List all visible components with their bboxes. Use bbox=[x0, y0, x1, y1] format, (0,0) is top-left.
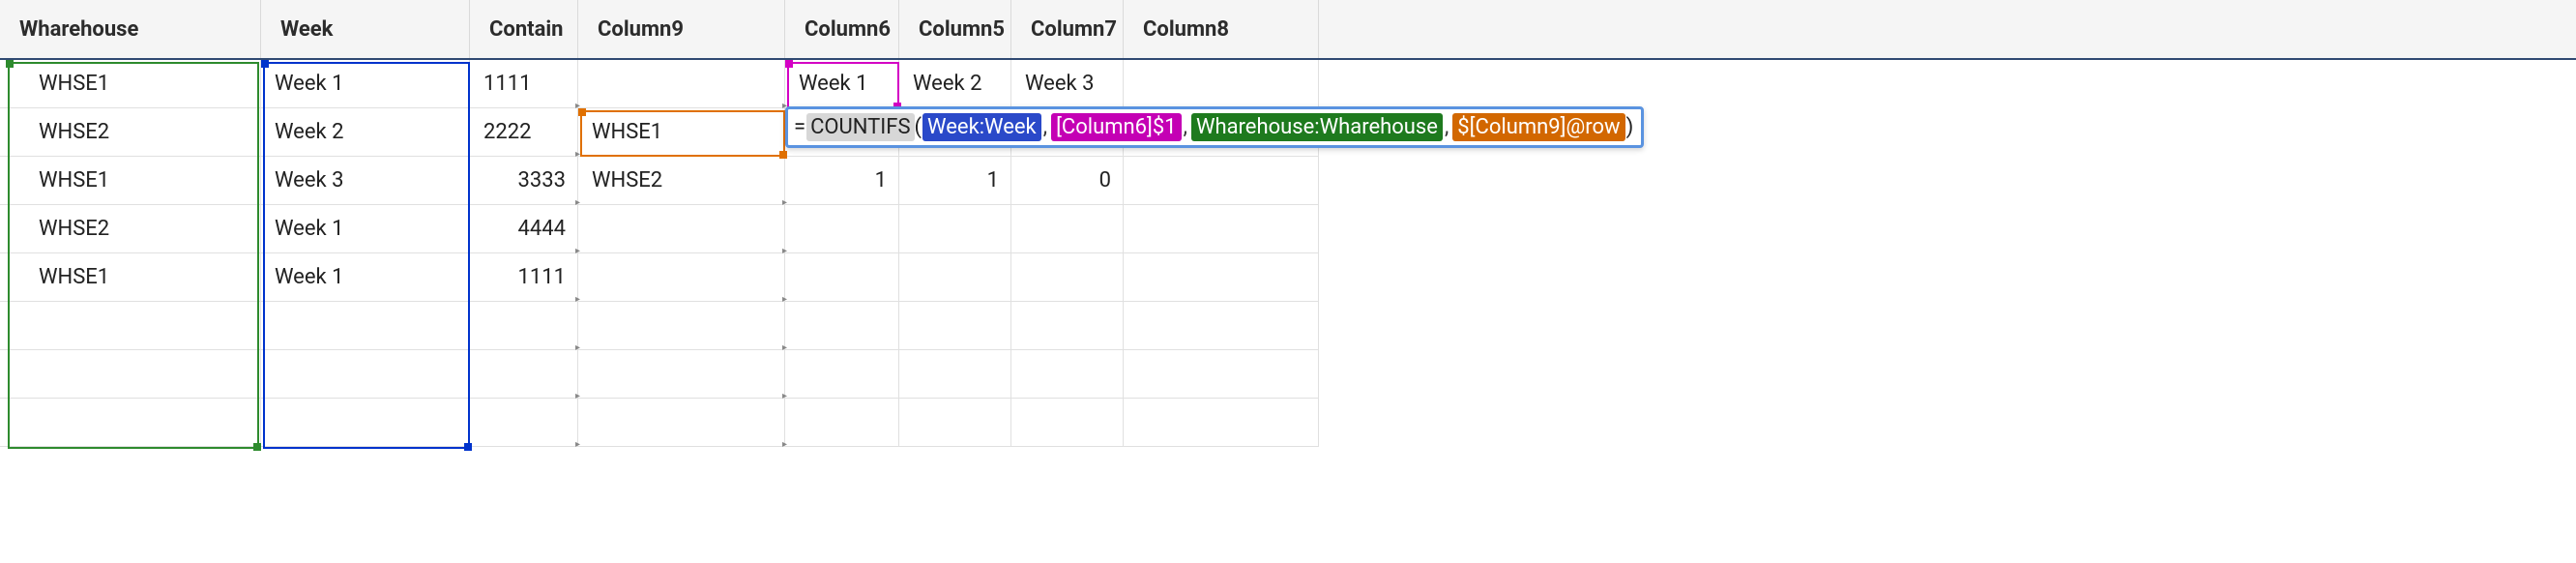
cell-column8[interactable] bbox=[1124, 302, 1319, 350]
cell-wharehouse[interactable]: WHSE2 bbox=[0, 108, 261, 157]
header-column9[interactable]: Column9 bbox=[578, 0, 785, 58]
cell-column6[interactable]: ▸ bbox=[785, 205, 899, 253]
cell-wharehouse[interactable]: WHSE1 bbox=[0, 60, 261, 108]
cell-column9[interactable]: WHSE2▸ bbox=[578, 157, 785, 205]
table-row: ▸▸ bbox=[0, 350, 2576, 399]
cell-column9[interactable]: ▸ bbox=[578, 350, 785, 399]
cell-week[interactable] bbox=[261, 350, 470, 399]
cell-column9[interactable]: ▸ bbox=[578, 399, 785, 447]
header-column5[interactable]: Column5 bbox=[899, 0, 1011, 58]
cell-column6[interactable]: 1▸ bbox=[785, 157, 899, 205]
cell-week[interactable]: Week 1 bbox=[261, 205, 470, 253]
cell-column9[interactable]: ▸ bbox=[578, 302, 785, 350]
cell-column7[interactable] bbox=[1011, 350, 1124, 399]
formula-ref-column9: $[Column9]@row bbox=[1452, 113, 1625, 141]
cell-column8[interactable] bbox=[1124, 253, 1319, 302]
header-wharehouse[interactable]: Wharehouse bbox=[0, 0, 261, 58]
formula-ref-column6: [Column6]$1 bbox=[1051, 113, 1182, 141]
cell-week[interactable]: Week 3 bbox=[261, 157, 470, 205]
table-row: WHSE1Week 11111▸Week 1▸Week 2Week 3 bbox=[0, 60, 2576, 108]
cell-contain[interactable]: 1111 bbox=[470, 253, 578, 302]
cell-column5[interactable] bbox=[899, 302, 1011, 350]
cell-contain[interactable] bbox=[470, 302, 578, 350]
cell-column7[interactable] bbox=[1011, 205, 1124, 253]
cell-contain[interactable] bbox=[470, 399, 578, 447]
table-row: WHSE1Week 11111▸▸ bbox=[0, 253, 2576, 302]
formula-comma: , bbox=[1042, 115, 1050, 139]
formula-editor[interactable]: = COUNTIFS ( Week:Week , [Column6]$1 , W… bbox=[785, 106, 1644, 148]
table-row: WHSE2Week 14444▸▸ bbox=[0, 205, 2576, 253]
cell-contain[interactable]: 3333 bbox=[470, 157, 578, 205]
table-row: WHSE1Week 33333WHSE2▸1▸10 bbox=[0, 157, 2576, 205]
cell-week[interactable]: Week 1 bbox=[261, 60, 470, 108]
header-column6[interactable]: Column6 bbox=[785, 0, 899, 58]
formula-comma: , bbox=[1444, 115, 1451, 139]
cell-column8[interactable] bbox=[1124, 60, 1319, 108]
cell-wharehouse[interactable]: WHSE2 bbox=[0, 205, 261, 253]
cell-week[interactable]: Week 1 bbox=[261, 253, 470, 302]
cell-column8[interactable] bbox=[1124, 157, 1319, 205]
cell-column7[interactable] bbox=[1011, 399, 1124, 447]
header-row: Wharehouse Week Contain Column9 Column6 … bbox=[0, 0, 2576, 60]
header-column8[interactable]: Column8 bbox=[1124, 0, 1319, 58]
cell-contain[interactable]: 2222 bbox=[470, 108, 578, 157]
cell-column5[interactable]: Week 2 bbox=[899, 60, 1011, 108]
cell-column9[interactable]: ▸ bbox=[578, 205, 785, 253]
cell-wharehouse[interactable] bbox=[0, 350, 261, 399]
cell-contain[interactable] bbox=[470, 350, 578, 399]
table-row: ▸▸ bbox=[0, 302, 2576, 350]
cell-contain[interactable]: 1111 bbox=[470, 60, 578, 108]
cell-column8[interactable] bbox=[1124, 350, 1319, 399]
header-column7[interactable]: Column7 bbox=[1011, 0, 1124, 58]
cell-wharehouse[interactable] bbox=[0, 302, 261, 350]
cell-wharehouse[interactable]: WHSE1 bbox=[0, 157, 261, 205]
cell-column5[interactable] bbox=[899, 350, 1011, 399]
cell-column9[interactable]: ▸ bbox=[578, 60, 785, 108]
cell-column6[interactable]: Week 1▸ bbox=[785, 60, 899, 108]
cell-column9[interactable]: WHSE1▸ bbox=[578, 108, 785, 157]
cell-wharehouse[interactable] bbox=[0, 399, 261, 447]
cell-week[interactable] bbox=[261, 302, 470, 350]
table-row: ▸▸ bbox=[0, 399, 2576, 447]
cell-column8[interactable] bbox=[1124, 205, 1319, 253]
cell-column7[interactable] bbox=[1011, 302, 1124, 350]
cell-column5[interactable]: 1 bbox=[899, 157, 1011, 205]
cell-column5[interactable] bbox=[899, 399, 1011, 447]
cell-column8[interactable] bbox=[1124, 399, 1319, 447]
cell-column6[interactable]: ▸ bbox=[785, 302, 899, 350]
formula-equals: = bbox=[794, 115, 806, 139]
cell-column6[interactable]: ▸ bbox=[785, 350, 899, 399]
cell-contain[interactable]: 4444 bbox=[470, 205, 578, 253]
cell-column7[interactable]: 0 bbox=[1011, 157, 1124, 205]
cell-column7[interactable] bbox=[1011, 253, 1124, 302]
cell-week[interactable]: Week 2 bbox=[261, 108, 470, 157]
formula-close-paren: ) bbox=[1626, 115, 1634, 139]
cell-column7[interactable]: Week 3 bbox=[1011, 60, 1124, 108]
cell-wharehouse[interactable]: WHSE1 bbox=[0, 253, 261, 302]
cell-column6[interactable]: ▸ bbox=[785, 399, 899, 447]
cell-column5[interactable] bbox=[899, 205, 1011, 253]
formula-comma: , bbox=[1183, 115, 1190, 139]
formula-open-paren: ( bbox=[915, 115, 922, 139]
cell-week[interactable] bbox=[261, 399, 470, 447]
header-week[interactable]: Week bbox=[261, 0, 470, 58]
formula-ref-week: Week:Week bbox=[922, 113, 1041, 141]
formula-function: COUNTIFS bbox=[806, 113, 914, 141]
formula-ref-wharehouse: Wharehouse:Wharehouse bbox=[1191, 113, 1443, 141]
cell-column5[interactable] bbox=[899, 253, 1011, 302]
spreadsheet-grid: Wharehouse Week Contain Column9 Column6 … bbox=[0, 0, 2576, 447]
cell-column6[interactable]: ▸ bbox=[785, 253, 899, 302]
cell-column9[interactable]: ▸ bbox=[578, 253, 785, 302]
header-contain[interactable]: Contain bbox=[470, 0, 578, 58]
